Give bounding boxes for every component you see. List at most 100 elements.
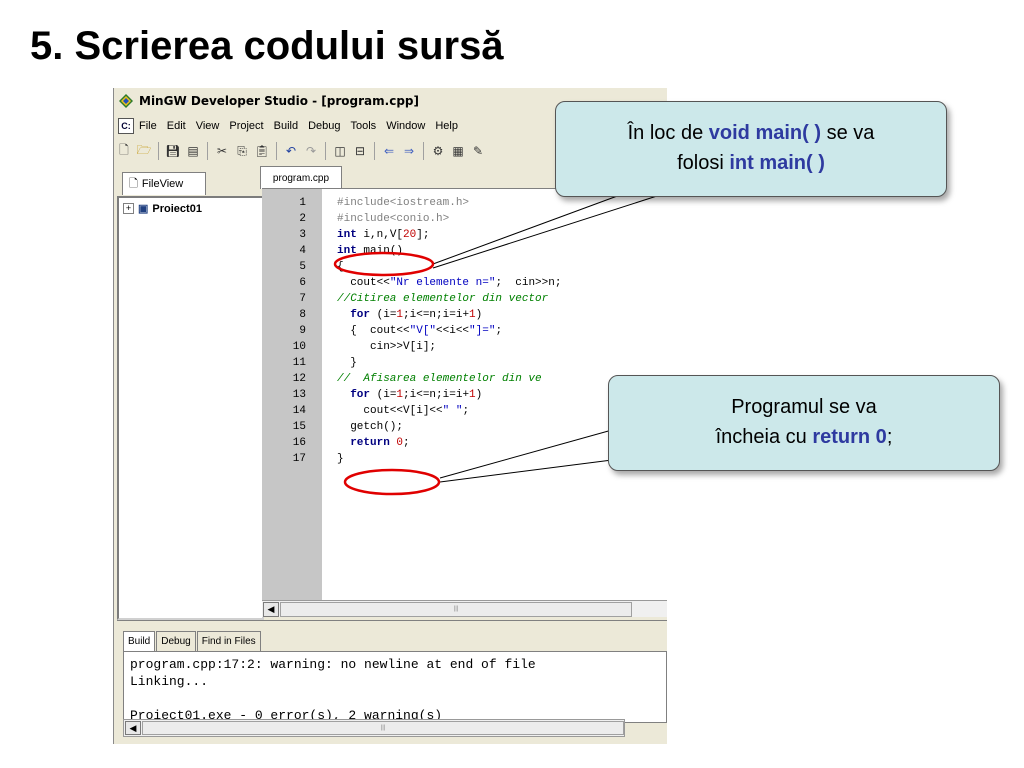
menu-window[interactable]: Window	[381, 120, 430, 132]
tab-fileview[interactable]: 🗋 FileView	[122, 172, 206, 195]
cut-icon[interactable]: ✂	[213, 142, 231, 160]
menu-tools[interactable]: Tools	[346, 120, 382, 132]
code-line[interactable]: 4 int main()	[262, 243, 667, 259]
editor-horizontal-scrollbar[interactable]: ◀ |||	[262, 600, 667, 617]
tree-item-label: Proiect01	[152, 202, 202, 215]
save-icon[interactable]: 💾︎	[164, 142, 182, 160]
paste-icon[interactable]: 📋︎	[253, 142, 271, 160]
forward-arrow-icon[interactable]: ⇒	[400, 142, 418, 160]
build-icon[interactable]: ⚙	[429, 142, 447, 160]
output-panel: Build Debug Find in Files program.cpp:17…	[117, 620, 667, 743]
app-diamond-icon	[119, 94, 133, 108]
toolbar-separator	[325, 142, 326, 160]
tab-find-in-files[interactable]: Find in Files	[196, 631, 261, 652]
code-line[interactable]: 3 int i,n,V[20];	[262, 227, 667, 243]
mdi-doc-icon[interactable]: C:	[118, 118, 134, 134]
code-text: getch();	[337, 421, 404, 433]
output-line: program.cpp:17:2: warning: no newline at…	[130, 657, 536, 672]
tab-program-cpp[interactable]: program.cpp	[260, 166, 342, 189]
tab-build[interactable]: Build	[123, 631, 156, 652]
code-line[interactable]: 17}	[262, 451, 667, 467]
project-tree-panel: + ▣ Proiect01	[117, 196, 264, 620]
line-number: 8	[299, 309, 306, 321]
code-line[interactable]: 5{	[262, 259, 667, 275]
tab-program-cpp-label: program.cpp	[272, 172, 330, 184]
toolbar-separator	[276, 142, 277, 160]
code-line[interactable]: 9 { cout<<"V["<<i<<"]=";	[262, 323, 667, 339]
code-line[interactable]: 16 return 0;	[262, 435, 667, 451]
code-line[interactable]: 1 #include<iostream.h>	[262, 195, 667, 211]
code-text: return 0;	[350, 437, 410, 449]
expand-plus-icon[interactable]: +	[123, 203, 134, 214]
code-line[interactable]: 13 for (i=1;i<=n;i=i+1)	[262, 387, 667, 403]
code-text: {	[337, 261, 344, 273]
code-line[interactable]: 7 //Citirea elementelor din vector	[262, 291, 667, 307]
code-line[interactable]: 11 }	[262, 355, 667, 371]
code-text: int main()	[337, 245, 404, 257]
code-line[interactable]: 10 cin>>V[i];	[262, 339, 667, 355]
copy-icon[interactable]: ⎘	[233, 142, 251, 160]
code-editor[interactable]: 1 #include<iostream.h> 2 #include<conio.h> 3…	[262, 188, 667, 601]
menu-help[interactable]: Help	[430, 120, 463, 132]
code-line[interactable]: 2 #include<conio.h>	[262, 211, 667, 227]
callout-text: încheia cu	[715, 426, 813, 448]
menu-file[interactable]: File	[134, 120, 162, 132]
code-text: #include<conio.h>	[337, 213, 450, 225]
callout-highlight: int main( )	[729, 152, 825, 174]
code-text: for (i=1;i<=n;i=i+1)	[350, 309, 483, 321]
line-number: 5	[299, 261, 306, 273]
tab-debug[interactable]: Debug	[156, 631, 196, 652]
window-title: MinGW Developer Studio - [program.cpp]	[139, 94, 419, 108]
callout-text: folosi	[677, 152, 730, 174]
line-number: 16	[292, 437, 306, 449]
output-horizontal-scrollbar[interactable]: ◀ |||	[123, 719, 625, 737]
menu-build[interactable]: Build	[269, 120, 303, 132]
new-file-icon[interactable]: 🗋	[115, 142, 133, 160]
code-text: }	[337, 357, 357, 369]
scroll-left-icon[interactable]: ◀	[125, 721, 141, 735]
callout-highlight: void main( )	[708, 122, 822, 144]
menu-project[interactable]: Project	[224, 120, 268, 132]
code-text: #include<iostream.h>	[337, 197, 470, 209]
scroll-left-icon[interactable]: ◀	[263, 602, 279, 617]
code-line[interactable]: 12 // Afisarea elementelor din ve	[262, 371, 667, 387]
callout-return: Programul se va încheia cu return 0;	[608, 375, 1000, 471]
code-line[interactable]: 14 cout<<V[i]<<" ";	[262, 403, 667, 419]
line-number: 15	[292, 421, 306, 433]
line-number: 17	[292, 453, 306, 465]
code-text: }	[337, 453, 344, 465]
toolbar-separator	[423, 142, 424, 160]
split-icon[interactable]: ⊟	[351, 142, 369, 160]
slide-title: 5. Scrierea codului sursă	[30, 24, 504, 68]
menu-edit[interactable]: Edit	[162, 120, 191, 132]
tab-fileview-label: FileView	[141, 178, 184, 190]
code-line[interactable]: 15 getch();	[262, 419, 667, 435]
fileview-page-icon: 🗋	[129, 177, 138, 190]
menu-debug[interactable]: Debug	[303, 120, 345, 132]
callout-text: se va	[821, 122, 875, 144]
code-text: cout<<V[i]<<" ";	[337, 405, 470, 417]
project-folder-icon: ▣	[138, 203, 149, 215]
line-number: 9	[299, 325, 306, 337]
tools-icon[interactable]: ✎	[469, 142, 487, 160]
callout-text: În loc de	[627, 122, 709, 144]
back-arrow-icon[interactable]: ⇐	[380, 142, 398, 160]
calendar-icon[interactable]: ▦	[449, 142, 467, 160]
layout-icon[interactable]: ◫	[331, 142, 349, 160]
open-folder-icon[interactable]: 🗁	[135, 142, 153, 160]
save-all-icon[interactable]: ▤	[184, 142, 202, 160]
code-line[interactable]: 8 for (i=1;i<=n;i=i+1)	[262, 307, 667, 323]
redo-icon[interactable]: ↷	[302, 142, 320, 160]
code-line[interactable]: 6 cout<<"Nr elemente n="; cin>>n;	[262, 275, 667, 291]
line-number: 6	[299, 277, 306, 289]
line-number: 14	[292, 405, 306, 417]
tree-item-project[interactable]: + ▣ Proiect01	[123, 202, 202, 215]
line-number: 11	[292, 357, 306, 369]
line-number: 13	[292, 389, 306, 401]
code-text: for (i=1;i<=n;i=i+1)	[350, 389, 483, 401]
scrollbar-thumb[interactable]: |||	[142, 721, 624, 735]
scrollbar-thumb[interactable]: |||	[280, 602, 632, 617]
toolbar-separator	[374, 142, 375, 160]
menu-view[interactable]: View	[191, 120, 225, 132]
undo-icon[interactable]: ↶	[282, 142, 300, 160]
